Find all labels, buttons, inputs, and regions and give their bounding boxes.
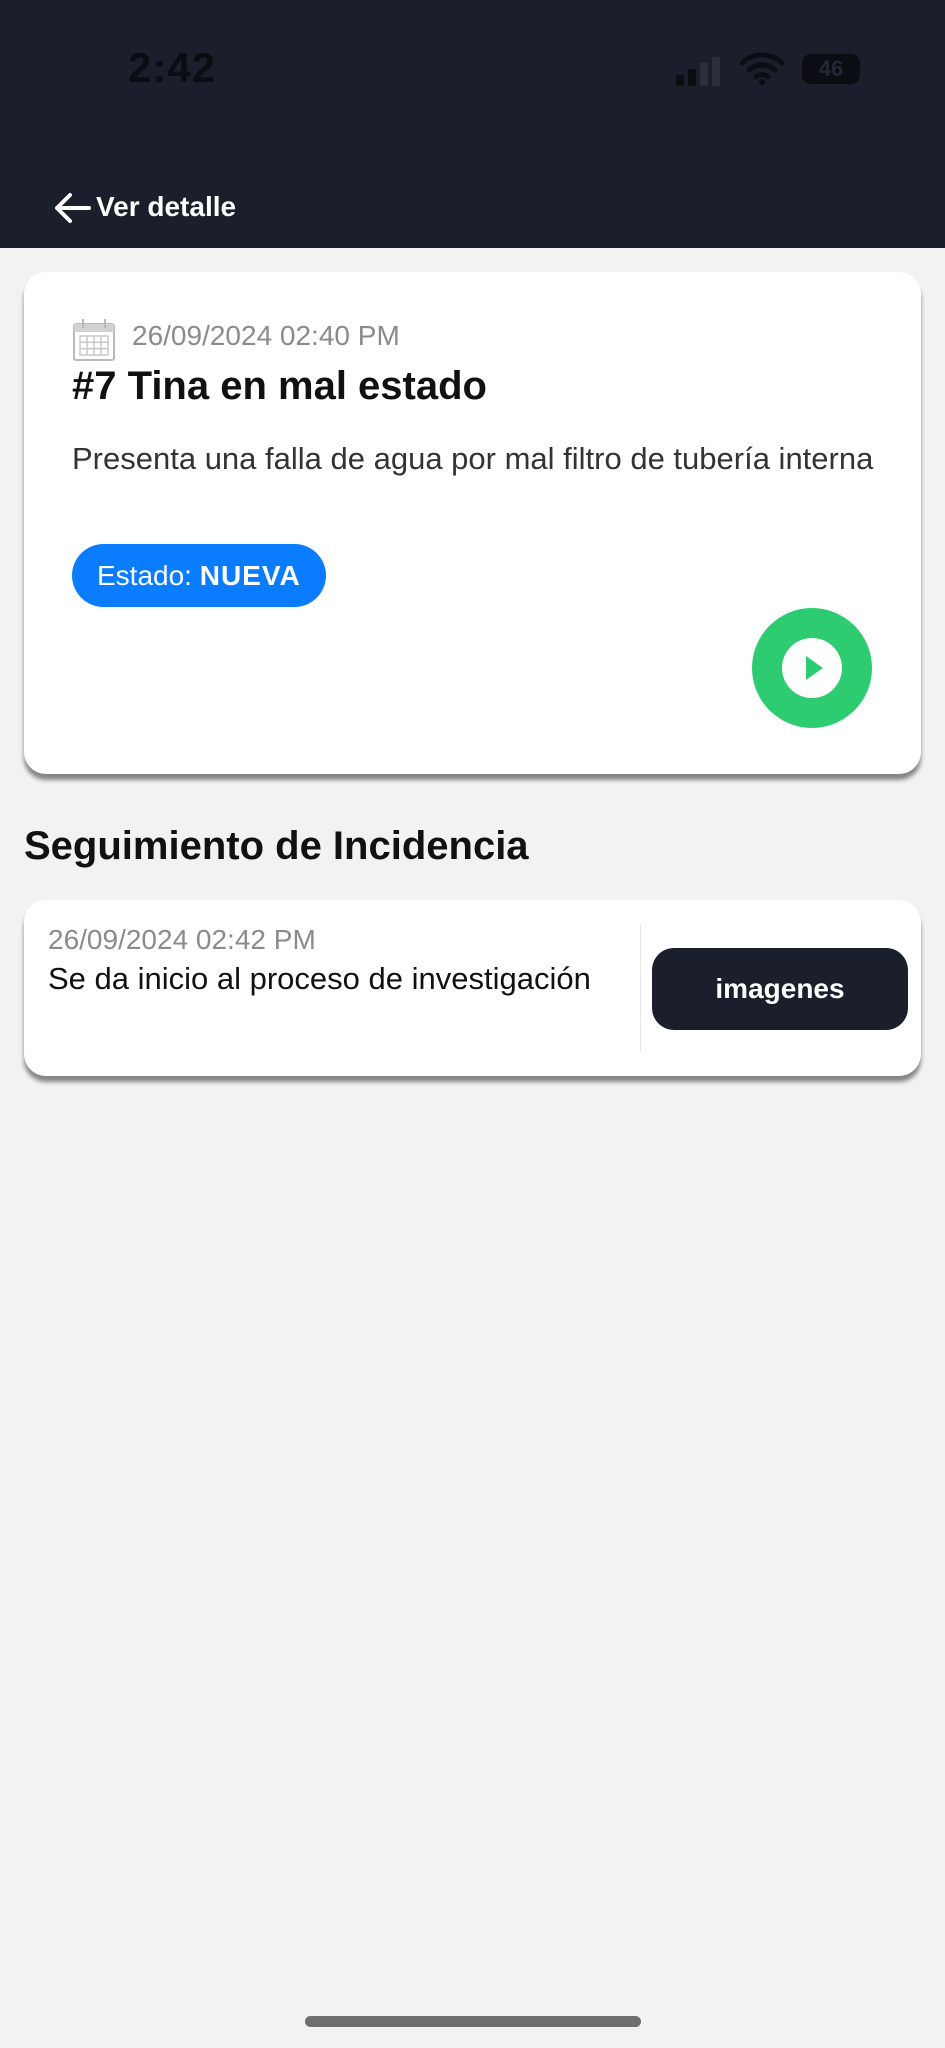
tracking-text: Se da inicio al proceso de investigación	[48, 961, 591, 996]
home-indicator[interactable]	[305, 2016, 641, 2027]
tracking-entry: 26/09/2024 02:42 PM Se da inicio al proc…	[24, 900, 921, 1076]
play-icon	[782, 638, 842, 698]
status-icons: 46	[676, 50, 866, 90]
incident-description: Presenta una falla de agua por mal filtr…	[72, 441, 874, 476]
section-title: Seguimiento de Incidencia	[24, 824, 529, 868]
app-header: 2:42 46 Ver detalle	[0, 0, 945, 248]
tracking-date: 26/09/2024 02:42 PM	[48, 924, 316, 955]
start-button[interactable]	[752, 608, 872, 728]
status-label: Estado:	[97, 560, 192, 591]
incident-date: 26/09/2024 02:40 PM	[132, 320, 400, 351]
divider	[640, 924, 641, 1052]
status-time: 2:42	[128, 44, 217, 91]
images-button[interactable]: imagenes	[652, 948, 908, 1030]
incident-card: 26/09/2024 02:40 PM #7 Tina en mal estad…	[24, 272, 921, 774]
incident-title: #7 Tina en mal estado	[72, 364, 487, 408]
wifi-icon	[740, 52, 784, 85]
page-title: Ver detalle	[96, 191, 237, 222]
status-badge: Estado: NUEVA	[72, 544, 326, 607]
battery-icon: 46	[802, 54, 860, 84]
arrow-left-icon[interactable]	[52, 190, 92, 226]
signal-icon	[676, 56, 722, 86]
calendar-icon	[73, 319, 115, 361]
status-value: NUEVA	[199, 560, 301, 591]
